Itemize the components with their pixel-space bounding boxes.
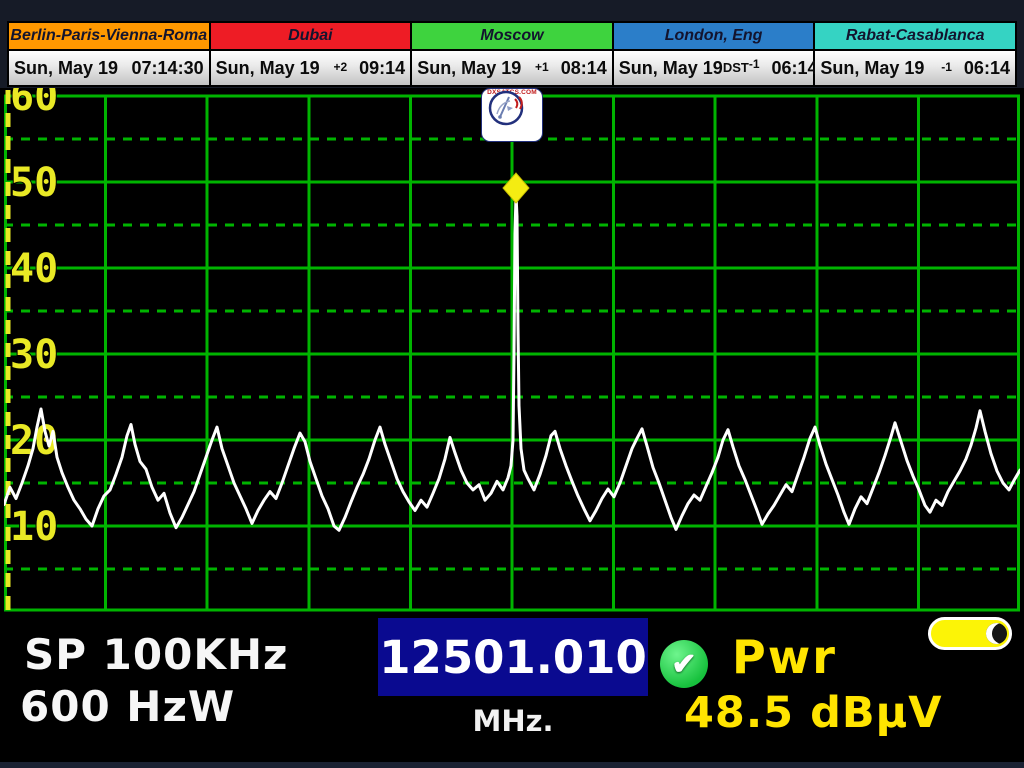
spectrum-plot: 605040302010 DXSATCS.COM (0, 88, 1024, 612)
power-value: 48.5 dBµV (684, 688, 943, 738)
time-row: Sun, May 19 -1 06:14 (815, 51, 1015, 85)
grid-svg: 605040302010 (4, 88, 1020, 612)
clock-col-rabat: Rabat-Casablanca Sun, May 19 -1 06:14 (815, 23, 1015, 85)
tz-offset: +1 (535, 61, 549, 75)
svg-text:10: 10 (10, 504, 58, 550)
clock-col-berlin: Berlin-Paris-Vienna-Roma Sun, May 19 07:… (9, 23, 209, 85)
satellite-dish-icon (486, 89, 526, 127)
city-header: Dubai (211, 23, 411, 51)
frequency-display[interactable]: 12501.010 (378, 618, 648, 696)
time-row: Sun, May 19 07:14:30 (9, 51, 209, 85)
tz-offset: +2 (333, 61, 347, 75)
time-label: 09:14 (359, 58, 405, 79)
svg-text:30: 30 (10, 332, 58, 378)
time-row: Sun, May 19 +1 08:14 (412, 51, 612, 85)
bottom-status-bar: SP 100KHz 600 HzW 12501.010 MHz. ✔ Pwr 4… (0, 612, 1024, 762)
lock-check-icon: ✔ (660, 640, 708, 688)
span-label: SP 100KHz (24, 630, 288, 679)
clock-panel: Berlin-Paris-Vienna-Roma Sun, May 19 07:… (7, 21, 1017, 87)
frequency-value: 12501.010 (379, 631, 647, 684)
time-row: Sun, May 19 +2 09:14 (211, 51, 411, 85)
frequency-unit: MHz. (378, 704, 648, 738)
date-label: Sun, May 19 (820, 58, 924, 79)
battery-indicator (928, 617, 1012, 650)
date-label: Sun, May 19 (619, 58, 723, 79)
sat-meter-screen: Berlin-Paris-Vienna-Roma Sun, May 19 07:… (0, 0, 1024, 768)
time-label: 07:14:30 (132, 58, 204, 79)
svg-text:50: 50 (10, 160, 58, 206)
clock-col-moscow: Moscow Sun, May 19 +1 08:14 (412, 23, 612, 85)
svg-text:40: 40 (10, 246, 58, 292)
date-label: Sun, May 19 (216, 58, 320, 79)
city-header: Berlin-Paris-Vienna-Roma (9, 23, 209, 51)
tz-offset: -1 (941, 61, 952, 75)
date-label: Sun, May 19 (417, 58, 521, 79)
svg-text:60: 60 (10, 88, 58, 120)
tz-offset: DST-1 (723, 58, 760, 78)
city-header: Rabat-Casablanca (815, 23, 1015, 51)
brand-logo: DXSATCS.COM (481, 88, 543, 142)
time-label: 06:14 (964, 58, 1010, 79)
time-label: 08:14 (561, 58, 607, 79)
power-label: Pwr (732, 630, 837, 684)
clock-col-dubai: Dubai Sun, May 19 +2 09:14 (211, 23, 411, 85)
world-clock-bar: Berlin-Paris-Vienna-Roma Sun, May 19 07:… (0, 0, 1024, 88)
city-header: Moscow (412, 23, 612, 51)
battery-terminal-icon (986, 623, 1007, 644)
clock-col-london: London, Eng Sun, May 19 DST-1 06:14:30 (614, 23, 814, 85)
screen-bottom-strip (0, 762, 1024, 768)
time-row: Sun, May 19 DST-1 06:14:30 (614, 51, 814, 85)
city-header: London, Eng (614, 23, 814, 51)
date-label: Sun, May 19 (14, 58, 118, 79)
bandwidth-label: 600 HzW (20, 682, 235, 731)
